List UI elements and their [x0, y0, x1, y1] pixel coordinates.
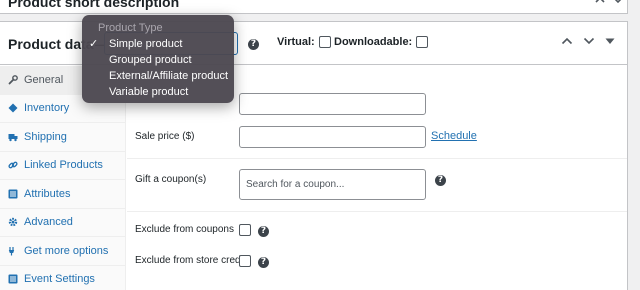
tab-label: Event Settings — [24, 273, 95, 286]
sale-price-input[interactable] — [239, 126, 426, 148]
regular-price-input[interactable] — [239, 93, 426, 115]
option-label: External/Affiliate product — [109, 70, 229, 82]
product-data-title: Product data — [8, 36, 94, 52]
help-icon[interactable]: ? — [248, 39, 259, 50]
option-external-affiliate-product[interactable]: External/Affiliate product — [82, 68, 234, 84]
tab-label: Get more options — [24, 244, 109, 257]
tab-linked-products[interactable]: Linked Products — [0, 152, 125, 180]
diamond-icon — [8, 103, 18, 113]
help-icon[interactable]: ? — [258, 257, 269, 268]
exclude-coupons-checkbox[interactable] — [239, 224, 251, 236]
product-type-dropdown: Product Type ✓ Simple product Grouped pr… — [82, 15, 234, 103]
option-label: Variable product — [109, 86, 189, 98]
dropdown-group-header: Product Type — [98, 22, 163, 34]
option-simple-product[interactable]: ✓ Simple product — [82, 36, 234, 52]
chevron-down-icon[interactable] — [583, 36, 595, 46]
virtual-label: Virtual: — [277, 36, 315, 48]
option-label: Simple product — [109, 38, 183, 50]
sale-price-label: Sale price ($) — [135, 131, 195, 142]
tab-label: Attributes — [24, 187, 71, 200]
checkmark-icon: ✓ — [89, 38, 99, 50]
chevron-up-icon[interactable] — [561, 36, 573, 46]
gear-icon — [8, 217, 18, 227]
toggle-panel-icon[interactable] — [605, 36, 615, 46]
plug-icon — [8, 246, 18, 256]
tab-attributes[interactable]: Attributes — [0, 180, 125, 209]
tab-label: Shipping — [24, 130, 67, 143]
exclude-store-credit-label: Exclude from store credit — [135, 255, 246, 266]
tab-advanced[interactable]: Advanced — [0, 209, 125, 237]
chevron-down-icon[interactable] — [613, 0, 623, 4]
downloadable-option: Downloadable: — [334, 36, 429, 48]
tab-label: Advanced — [24, 216, 73, 229]
tab-label: Linked Products — [24, 159, 103, 172]
tab-label: General — [24, 73, 64, 86]
tab-shipping[interactable]: Shipping — [0, 123, 125, 152]
short-description-box: Product short description — [0, 0, 628, 14]
gift-coupon-search-input[interactable]: Search for a coupon... — [239, 169, 426, 200]
exclude-store-credit-checkbox[interactable] — [239, 255, 251, 267]
wrench-icon — [8, 74, 18, 85]
schedule-link[interactable]: Schedule — [431, 130, 477, 142]
section-divider — [127, 211, 627, 212]
tab-get-more-options[interactable]: Get more options — [0, 237, 125, 266]
option-grouped-product[interactable]: Grouped product — [82, 52, 234, 68]
exclude-coupons-label: Exclude from coupons — [135, 224, 234, 235]
tab-label: Inventory — [24, 102, 70, 115]
option-label: Grouped product — [109, 54, 192, 66]
tab-event-settings[interactable]: Event Settings — [0, 266, 125, 290]
downloadable-label: Downloadable: — [334, 36, 413, 48]
virtual-option: Virtual: — [277, 36, 331, 48]
section-divider — [127, 158, 627, 159]
link-icon — [8, 160, 18, 170]
list-icon — [8, 189, 18, 199]
downloadable-checkbox[interactable] — [416, 36, 429, 48]
short-description-controls — [595, 0, 623, 4]
gift-coupon-label: Gift a coupon(s) — [135, 174, 207, 185]
postbox-controls — [561, 36, 615, 46]
help-icon[interactable]: ? — [258, 226, 269, 237]
list-icon — [8, 274, 18, 284]
help-icon[interactable]: ? — [435, 175, 446, 186]
option-variable-product[interactable]: Variable product — [82, 84, 234, 100]
truck-icon — [8, 132, 18, 142]
virtual-checkbox[interactable] — [318, 36, 331, 48]
short-description-title: Product short description — [8, 0, 180, 10]
chevron-up-icon[interactable] — [595, 0, 605, 4]
